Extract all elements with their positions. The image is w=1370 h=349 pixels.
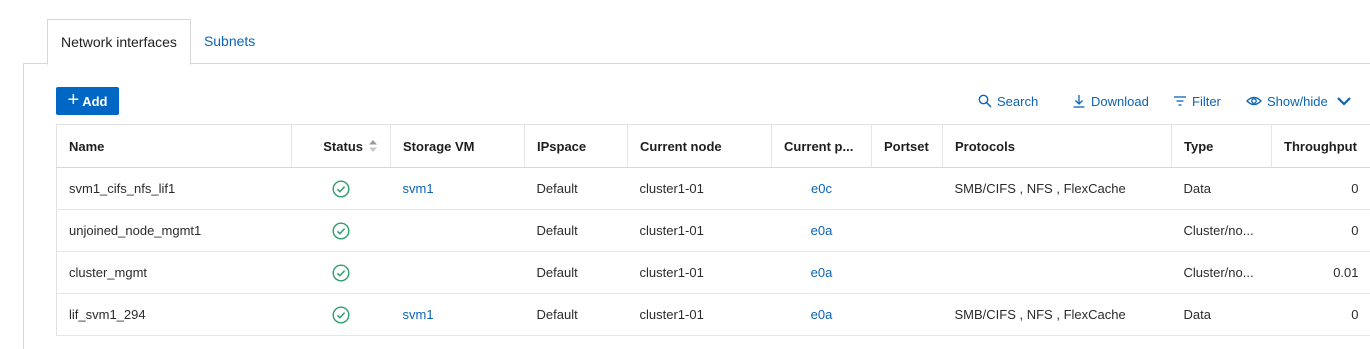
cell-port-link[interactable]: e0a	[771, 209, 872, 252]
download-icon	[1073, 95, 1085, 108]
cell-portset	[871, 209, 943, 252]
add-button[interactable]: + Add	[56, 87, 119, 115]
column-header-name[interactable]: Name	[56, 124, 292, 168]
cell-storage-vm-link[interactable]: svm1	[390, 293, 525, 336]
tab-subnets[interactable]: Subnets	[191, 19, 268, 63]
check-circle-icon	[332, 179, 350, 198]
network-interfaces-table: Name Status Storage VM IPspace Current n…	[56, 124, 1370, 336]
cell-status	[291, 293, 391, 336]
column-header-current-port[interactable]: Current p...	[771, 124, 872, 168]
cell-ipspace: Default	[524, 167, 628, 210]
cell-portset	[871, 293, 943, 336]
check-circle-icon	[332, 263, 350, 282]
cell-ipspace: Default	[524, 251, 628, 294]
column-header-throughput[interactable]: Throughput	[1271, 124, 1370, 168]
table-row[interactable]: cluster_mgmt Default cluster1-01 e0a Clu…	[56, 251, 1370, 294]
cell-throughput: 0	[1271, 167, 1370, 210]
cell-type: Cluster/no...	[1171, 209, 1272, 252]
cell-throughput: 0	[1271, 293, 1370, 336]
cell-type: Data	[1171, 293, 1272, 336]
table-row[interactable]: lif_svm1_294 svm1 Default cluster1-01 e0…	[56, 293, 1370, 336]
cell-current-node: cluster1-01	[627, 209, 772, 252]
cell-protocols: SMB/CIFS , NFS , FlexCache	[942, 167, 1172, 210]
table-header-row: Name Status Storage VM IPspace Current n…	[56, 124, 1370, 168]
sort-icon[interactable]	[368, 139, 378, 153]
cell-protocols	[942, 251, 1172, 294]
search-label: Search	[997, 93, 1039, 109]
search-icon	[978, 94, 992, 108]
cell-name: lif_svm1_294	[56, 293, 292, 336]
cell-ipspace: Default	[524, 209, 628, 252]
cell-throughput: 0	[1271, 209, 1370, 252]
tab-bar: Network interfaces Subnets	[47, 19, 268, 65]
cell-portset	[871, 167, 943, 210]
show-hide-button[interactable]: Show/hide	[1246, 92, 1357, 110]
download-button[interactable]: Download	[1072, 92, 1149, 110]
cell-status	[291, 167, 391, 210]
table-row[interactable]: svm1_cifs_nfs_lif1 svm1 Default cluster1…	[56, 167, 1370, 210]
cell-protocols	[942, 209, 1172, 252]
cell-storage-vm-link[interactable]: svm1	[390, 167, 525, 210]
column-header-current-node[interactable]: Current node	[627, 124, 772, 168]
cell-type: Data	[1171, 167, 1272, 210]
filter-button[interactable]: Filter	[1173, 92, 1221, 110]
cell-type: Cluster/no...	[1171, 251, 1272, 294]
plus-icon: +	[67, 89, 80, 111]
cell-status	[291, 251, 391, 294]
cell-name: unjoined_node_mgmt1	[56, 209, 292, 252]
tab-network-interfaces[interactable]: Network interfaces	[47, 19, 191, 65]
cell-ipspace: Default	[524, 293, 628, 336]
column-header-ipspace[interactable]: IPspace	[524, 124, 628, 168]
chevron-down-icon	[1336, 97, 1351, 106]
filter-label: Filter	[1192, 93, 1221, 109]
cell-port-link[interactable]: e0a	[771, 251, 872, 294]
eye-icon	[1246, 96, 1262, 106]
column-header-protocols[interactable]: Protocols	[942, 124, 1172, 168]
status-header-label: Status	[323, 138, 363, 154]
cell-port-link[interactable]: e0a	[771, 293, 872, 336]
cell-port-link[interactable]: e0c	[771, 167, 872, 210]
cell-current-node: cluster1-01	[627, 251, 772, 294]
cell-name: cluster_mgmt	[56, 251, 292, 294]
column-header-status[interactable]: Status	[291, 124, 391, 168]
download-label: Download	[1091, 93, 1149, 109]
column-header-type[interactable]: Type	[1171, 124, 1272, 168]
column-header-portset[interactable]: Portset	[871, 124, 943, 168]
filter-icon	[1174, 96, 1186, 106]
cell-name: svm1_cifs_nfs_lif1	[56, 167, 292, 210]
cell-storage-vm-link[interactable]	[390, 209, 525, 252]
cell-status	[291, 209, 391, 252]
search-button[interactable]: Search	[978, 92, 1038, 110]
check-circle-icon	[332, 221, 350, 240]
cell-storage-vm-link[interactable]	[390, 251, 525, 294]
show-hide-label: Show/hide	[1267, 93, 1328, 109]
cell-portset	[871, 251, 943, 294]
table-row[interactable]: unjoined_node_mgmt1 Default cluster1-01 …	[56, 209, 1370, 252]
cell-current-node: cluster1-01	[627, 293, 772, 336]
column-header-storage-vm[interactable]: Storage VM	[390, 124, 525, 168]
cell-protocols: SMB/CIFS , NFS , FlexCache	[942, 293, 1172, 336]
cell-current-node: cluster1-01	[627, 167, 772, 210]
cell-throughput: 0.01	[1271, 251, 1370, 294]
add-button-label: Add	[82, 93, 108, 109]
check-circle-icon	[332, 305, 350, 324]
